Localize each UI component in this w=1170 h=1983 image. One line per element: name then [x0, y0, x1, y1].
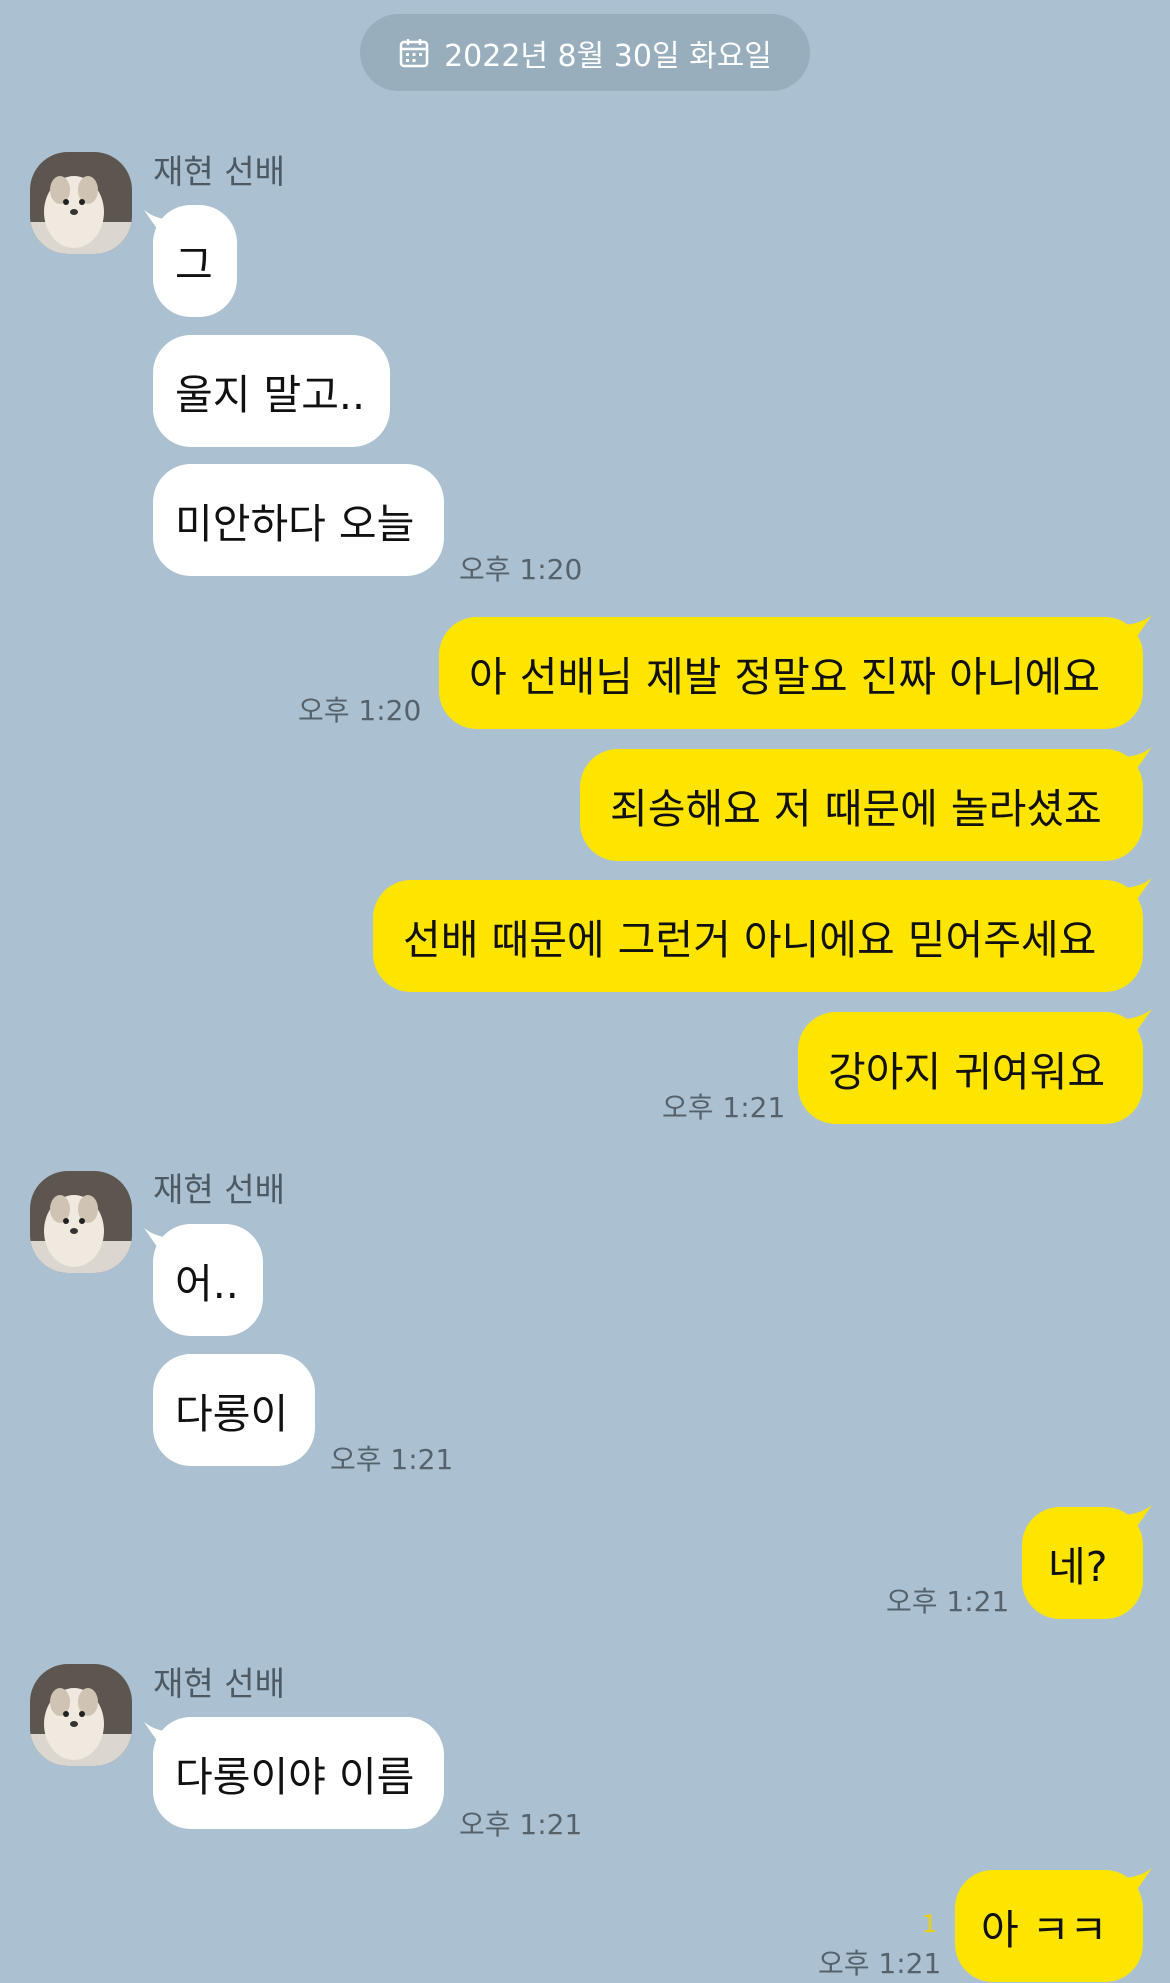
sender-name: 재현 선배 — [153, 1664, 285, 1703]
message-bubble-outgoing[interactable]: 아 ㅋㅋ — [955, 1870, 1143, 1982]
unread-count-badge: 1 — [922, 1910, 938, 1938]
message-text: 아 선배님 제발 정말요 진짜 아니에요 — [469, 653, 1100, 701]
message-bubble-outgoing[interactable]: 네? — [1022, 1507, 1143, 1619]
date-divider-text: 2022년 8월 30일 화요일 — [444, 38, 772, 74]
message-text: 아 ㅋㅋ — [981, 1906, 1108, 1954]
message-bubble-incoming[interactable]: 미안하다 오늘 — [153, 464, 444, 576]
message-text: 어.. — [175, 1260, 239, 1308]
message-text: 그 — [175, 241, 213, 289]
message-text: 미안하다 오늘 — [175, 500, 415, 548]
message-timestamp: 오후 1:21 — [662, 1091, 786, 1124]
sender-name: 재현 선배 — [153, 1170, 285, 1209]
message-bubble-incoming[interactable]: 다롱이야 이름 — [153, 1717, 444, 1829]
message-bubble-outgoing[interactable]: 강아지 귀여워요 — [798, 1012, 1143, 1124]
message-timestamp: 오후 1:21 — [886, 1585, 1010, 1618]
message-bubble-outgoing[interactable]: 죄송해요 저 때문에 놀라셨죠 — [580, 749, 1143, 861]
calendar-icon — [398, 37, 430, 69]
message-text: 네? — [1048, 1543, 1108, 1591]
message-bubble-incoming[interactable]: 울지 말고.. — [153, 335, 390, 447]
message-bubble-incoming[interactable]: 어.. — [153, 1224, 263, 1336]
message-timestamp: 오후 1:21 — [459, 1808, 583, 1841]
sender-name: 재현 선배 — [153, 152, 285, 191]
message-timestamp: 오후 1:21 — [330, 1443, 454, 1476]
message-bubble-outgoing[interactable]: 선배 때문에 그런거 아니에요 믿어주세요 — [373, 880, 1143, 992]
sender-avatar[interactable] — [30, 1171, 132, 1273]
sender-avatar[interactable] — [30, 1664, 132, 1766]
message-text: 죄송해요 저 때문에 놀라셨죠 — [610, 785, 1102, 833]
message-bubble-incoming[interactable]: 그 — [153, 205, 237, 317]
message-bubble-outgoing[interactable]: 아 선배님 제발 정말요 진짜 아니에요 — [439, 617, 1143, 729]
message-text: 다롱이야 이름 — [175, 1753, 415, 1801]
sender-avatar[interactable] — [30, 152, 132, 254]
message-text: 선배 때문에 그런거 아니에요 믿어주세요 — [403, 916, 1097, 964]
message-text: 울지 말고.. — [175, 371, 365, 419]
message-timestamp: 오후 1:21 — [818, 1947, 942, 1980]
date-divider: 2022년 8월 30일 화요일 — [360, 14, 810, 91]
message-bubble-incoming[interactable]: 다롱이 — [153, 1354, 315, 1466]
message-timestamp: 오후 1:20 — [298, 694, 422, 727]
message-text: 다롱이 — [175, 1390, 289, 1438]
message-timestamp: 오후 1:20 — [459, 553, 583, 586]
message-text: 강아지 귀여워요 — [828, 1048, 1106, 1096]
